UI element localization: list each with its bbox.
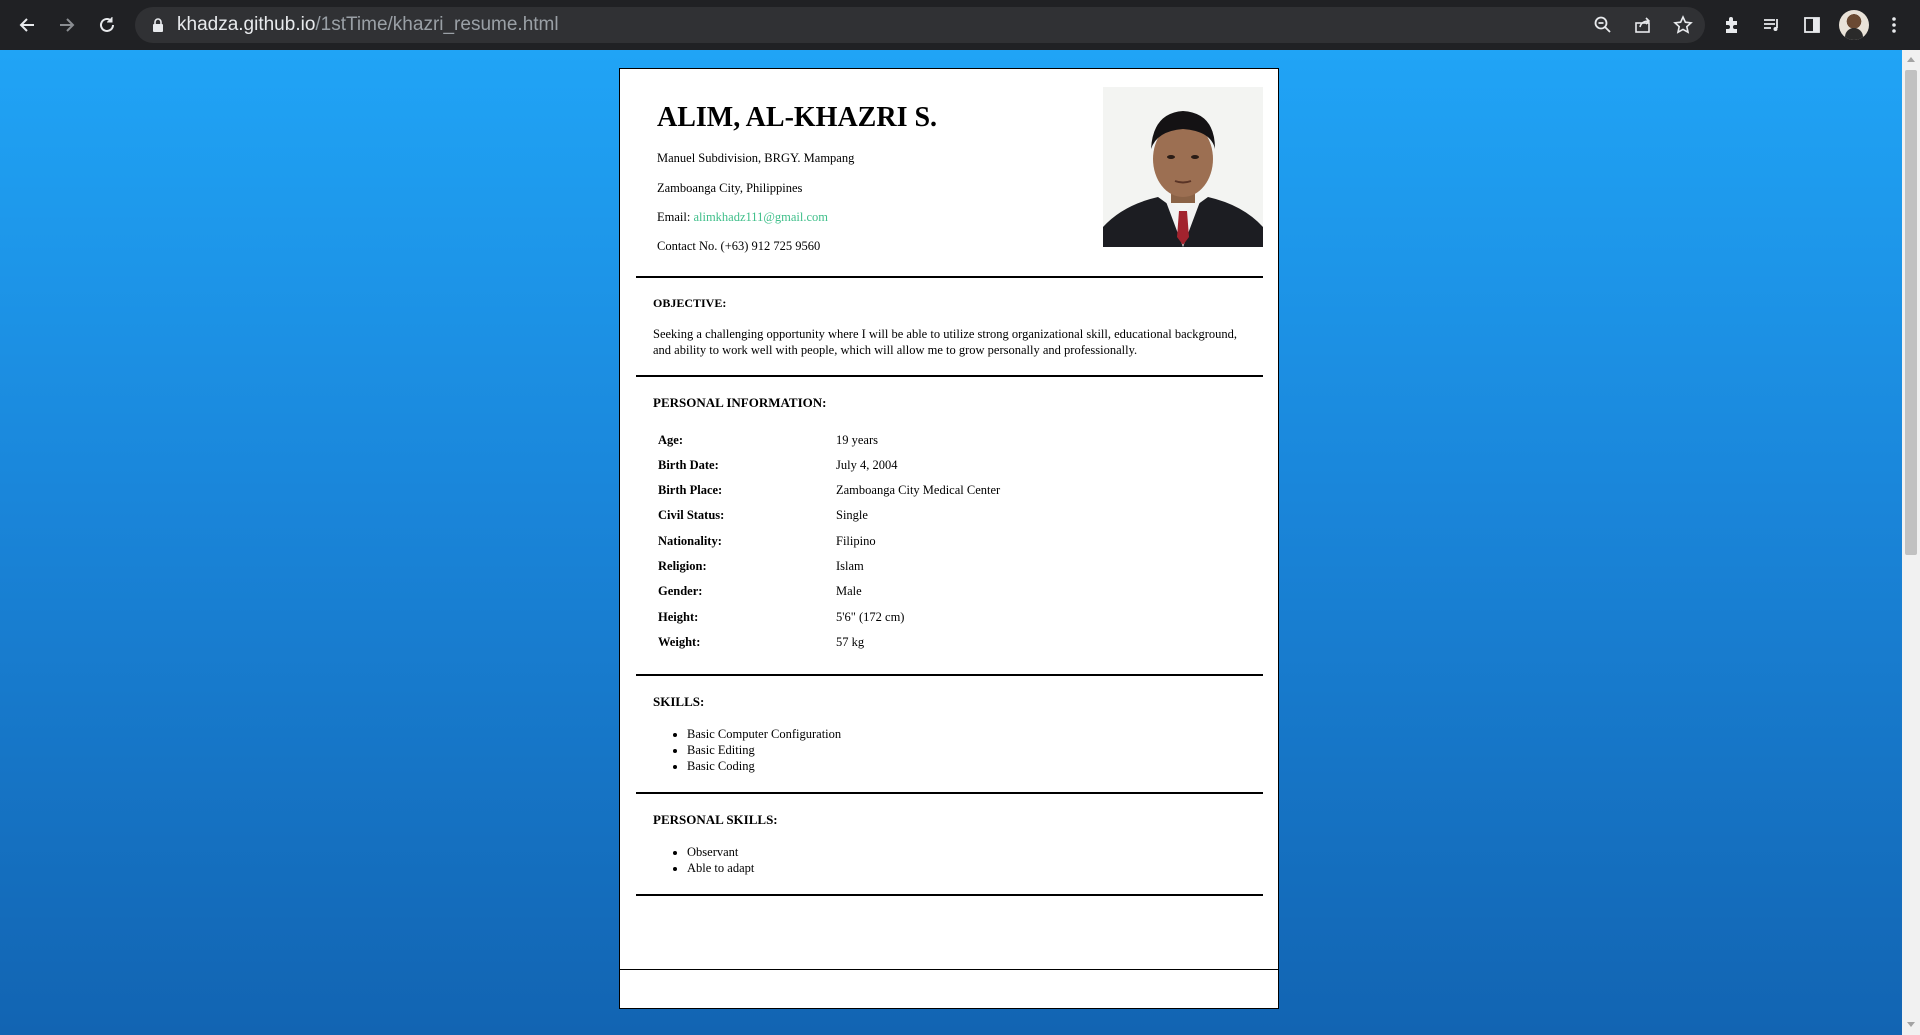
skills-title: SKILLS: [653, 694, 705, 709]
objective-text: Seeking a challenging opportunity where … [653, 327, 1237, 357]
info-label: Gender: [658, 584, 703, 598]
profile-photo [1103, 87, 1263, 247]
info-label: Birth Place: [658, 483, 723, 497]
reload-icon [100, 17, 114, 32]
url-text[interactable]: khadza.github.io/1stTime/khazri_resume.h… [177, 13, 559, 37]
info-label: Weight: [658, 635, 701, 649]
reload-button[interactable] [92, 10, 122, 40]
address-line-2: Zamboanga City, Philippines [657, 181, 803, 195]
browser-menu-icon[interactable] [1880, 11, 1908, 39]
section-divider [636, 375, 1263, 377]
info-value: 57 kg [836, 635, 865, 649]
info-value: Islam [836, 559, 864, 573]
section-divider [636, 792, 1263, 794]
section-divider [636, 894, 1263, 896]
skills-list: Basic Computer Configuration Basic Editi… [653, 726, 841, 774]
info-row-nationality: Nationality: Filipino [658, 534, 1158, 554]
info-value: July 4, 2004 [836, 458, 898, 472]
email-line: Email: alimkhadz111@gmail.com [657, 210, 828, 225]
next-page-edge [619, 969, 1279, 1009]
info-value: Single [836, 508, 868, 522]
list-item: Observant [687, 844, 754, 860]
zoom-icon[interactable] [1591, 13, 1615, 37]
info-row-gender: Gender: Male [658, 584, 1158, 604]
info-row-civil-status: Civil Status: Single [658, 508, 1158, 528]
info-label: Nationality: [658, 534, 722, 548]
side-panel-icon[interactable] [1798, 11, 1826, 39]
personal-info-title: PERSONAL INFORMATION: [653, 395, 827, 410]
url-path: /1stTime/khazri_resume.html [315, 14, 559, 35]
info-row-height: Height: 5'6" (172 cm) [658, 610, 1158, 630]
browser-toolbar: khadza.github.io/1stTime/khazri_resume.h… [0, 0, 1920, 50]
resume-name: ALIM, AL-KHAZRI S. [657, 102, 938, 133]
info-label: Civil Status: [658, 508, 725, 522]
email-link[interactable]: alimkhadz111@gmail.com [693, 210, 828, 224]
extensions-icon[interactable] [1718, 11, 1746, 39]
url-host: khadza.github.io [177, 14, 316, 35]
list-item: Able to adapt [687, 860, 754, 876]
section-divider [636, 674, 1263, 676]
info-row-weight: Weight: 57 kg [658, 635, 1158, 655]
personal-skills-list: Observant Able to adapt [653, 844, 754, 876]
back-arrow-icon [19, 18, 34, 32]
scroll-up-arrow-icon[interactable] [1907, 57, 1915, 62]
objective-title: OBJECTIVE: [653, 296, 727, 310]
share-icon[interactable] [1631, 13, 1655, 37]
info-value: 19 years [836, 433, 878, 447]
profile-avatar[interactable] [1839, 10, 1869, 40]
info-value: Filipino [836, 534, 876, 548]
info-row-religion: Religion: Islam [658, 559, 1158, 579]
back-button[interactable] [12, 10, 42, 40]
info-value: Male [836, 584, 862, 598]
forward-button[interactable] [52, 10, 82, 40]
info-value: Zamboanga City Medical Center [836, 483, 1001, 497]
address-bar[interactable]: khadza.github.io/1stTime/khazri_resume.h… [135, 7, 1705, 43]
info-value: 5'6" (172 cm) [836, 610, 905, 624]
lock-icon [153, 18, 163, 32]
forward-arrow-icon [60, 18, 75, 32]
info-label: Birth Date: [658, 458, 719, 472]
info-row-birth-place: Birth Place: Zamboanga City Medical Cent… [658, 483, 1158, 503]
address-line-1: Manuel Subdivision, BRGY. Mampang [657, 151, 855, 165]
portrait-image [1103, 87, 1263, 247]
scroll-down-arrow-icon[interactable] [1907, 1022, 1915, 1027]
email-label: Email: [657, 210, 691, 224]
list-item: Basic Coding [687, 758, 841, 774]
media-queue-icon[interactable] [1758, 11, 1786, 39]
section-divider [636, 276, 1263, 278]
info-label: Age: [658, 433, 683, 447]
scroll-thumb[interactable] [1905, 70, 1917, 555]
info-label: Height: [658, 610, 699, 624]
info-row-birth-date: Birth Date: July 4, 2004 [658, 458, 1158, 478]
info-row-age: Age: 19 years [658, 433, 1158, 453]
page-viewport: ALIM, AL-KHAZRI S. Manuel Subdivision, B… [0, 50, 1902, 1035]
info-label: Religion: [658, 559, 707, 573]
resume-page: ALIM, AL-KHAZRI S. Manuel Subdivision, B… [619, 68, 1279, 1000]
list-item: Basic Computer Configuration [687, 726, 841, 742]
personal-skills-title: PERSONAL SKILLS: [653, 812, 778, 827]
list-item: Basic Editing [687, 742, 841, 758]
contact-number: Contact No. (+63) 912 725 9560 [657, 239, 821, 253]
bookmark-star-icon[interactable] [1671, 13, 1695, 37]
vertical-scrollbar[interactable] [1902, 50, 1920, 1035]
